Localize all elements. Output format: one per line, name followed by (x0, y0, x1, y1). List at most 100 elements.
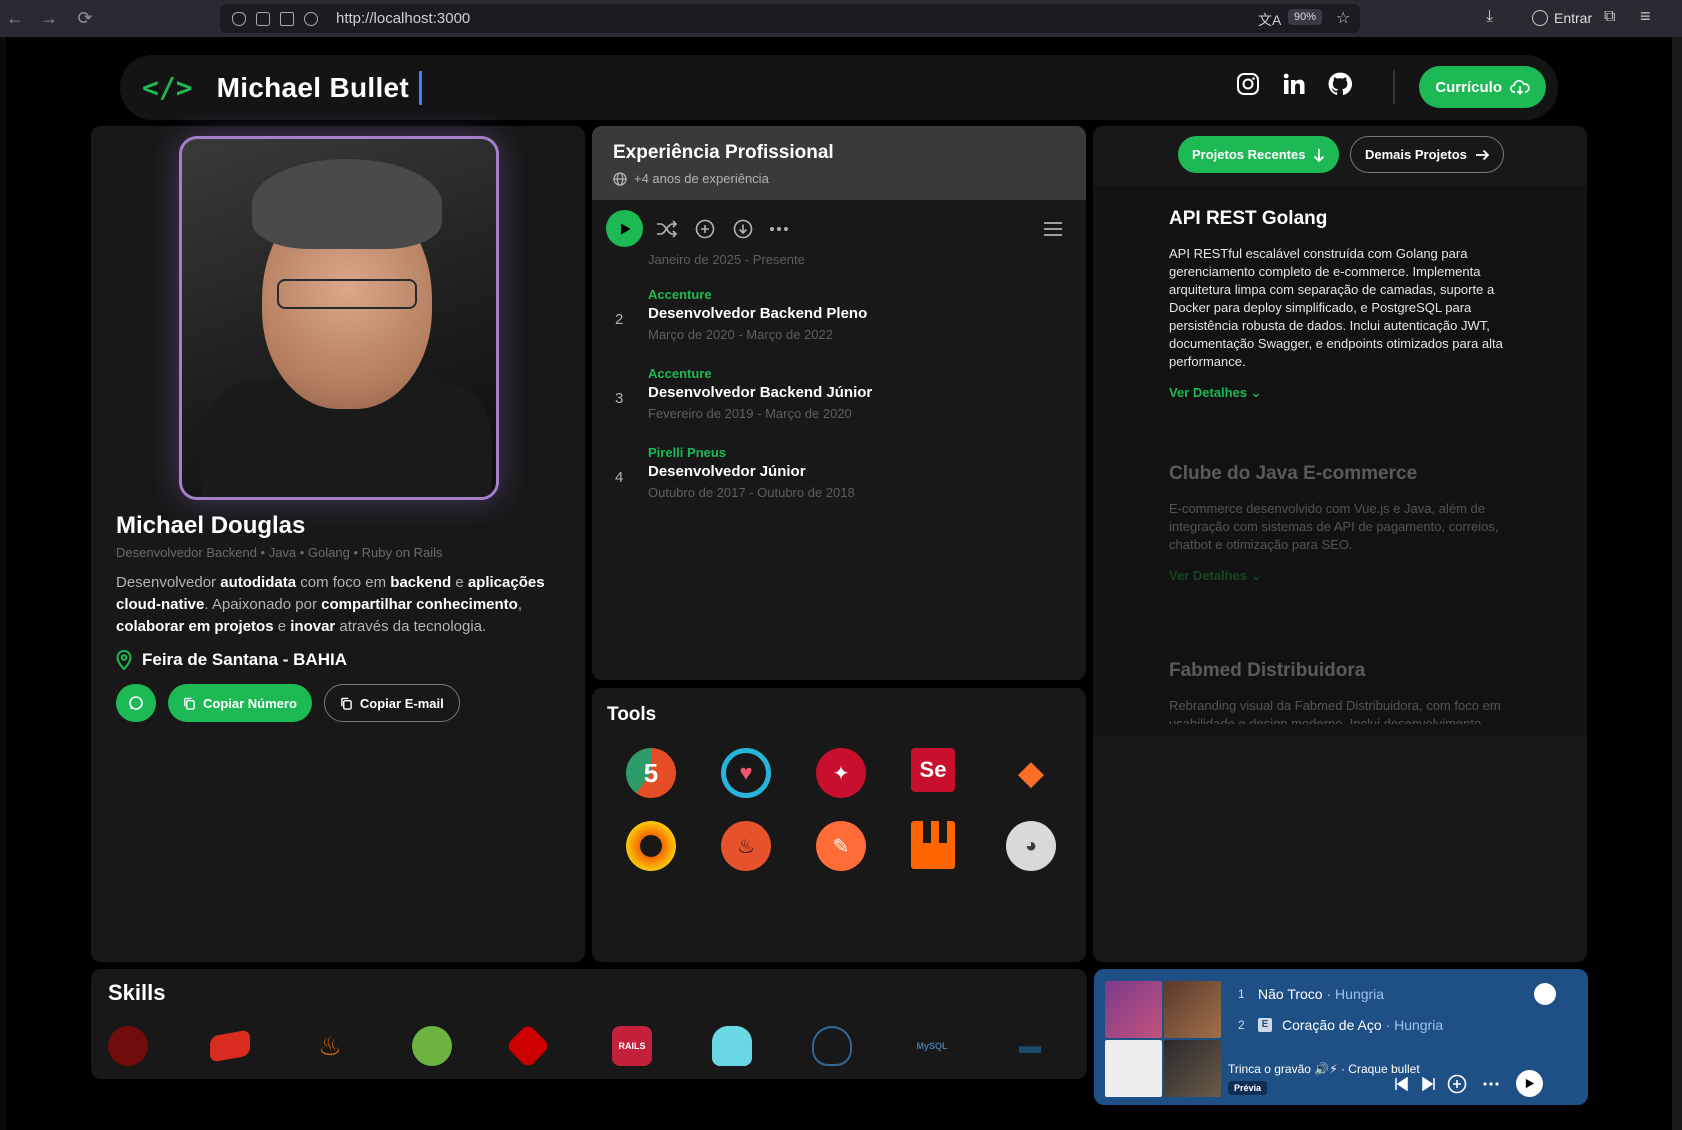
code-logo-icon[interactable]: </> (142, 71, 193, 104)
job-company: Accenture (648, 287, 712, 302)
profile-tags: Desenvolvedor Backend • Java • Golang • … (116, 545, 443, 560)
skills-card: Skills ♨ RAILS MySQL ▬ (91, 969, 1087, 1079)
track-title: Coração de Aço (1282, 1017, 1382, 1033)
kiwi-icon[interactable]: ♥ (721, 748, 771, 798)
copy-number-button[interactable]: Copiar Número (168, 684, 312, 722)
translate-icon[interactable]: 文A (1258, 10, 1281, 30)
rabbitmq-icon[interactable] (911, 821, 955, 869)
reload-icon[interactable]: ⟳ (74, 7, 96, 29)
project-details-link[interactable]: Ver Detalhes ⌄ (1169, 568, 1519, 584)
back-icon[interactable]: ← (4, 7, 26, 29)
track-row[interactable]: 2 E Coração de Aço · Hungria (1238, 1017, 1443, 1033)
whatsapp-icon (129, 696, 143, 710)
url-text[interactable]: http://localhost:3000 (336, 10, 470, 27)
resume-button[interactable]: Currículo (1419, 66, 1546, 108)
copy-number-label: Copiar Número (203, 695, 297, 711)
profile-name: Michael Douglas (116, 512, 306, 539)
page-icon[interactable] (256, 11, 270, 26)
permissions-icon[interactable] (280, 11, 294, 26)
zoom-level[interactable]: 90% (1288, 9, 1323, 25)
spotify-widget: 1 Não Troco · Hungria 2 E Coração de Aço… (1094, 969, 1588, 1105)
project-details-link[interactable]: Ver Detalhes ⌄ (1169, 385, 1519, 401)
track-number: 2 (1238, 1018, 1245, 1032)
globe-icon (613, 171, 627, 186)
site-header: </> Michael Bullet Currículo (120, 55, 1558, 120)
spotify-logo-icon[interactable] (1534, 983, 1556, 1005)
copy-email-button[interactable]: Copiar E-mail (323, 684, 460, 722)
redis-icon[interactable] (210, 1029, 250, 1063)
java-icon[interactable]: ♨ (310, 1026, 350, 1066)
docker-icon[interactable]: ▬ (1010, 1026, 1050, 1066)
list-menu-icon[interactable] (1042, 218, 1064, 240)
extensions-icon[interactable]: ⧉ (1604, 8, 1615, 26)
go-gopher-icon[interactable] (712, 1026, 752, 1066)
skills-title: Skills (108, 980, 166, 1005)
download-circle-icon[interactable] (732, 218, 754, 240)
redhat-icon[interactable] (108, 1026, 148, 1066)
play-button[interactable] (606, 210, 643, 247)
project-item: Clube do Java E-commerce E-commerce dese… (1169, 463, 1519, 584)
shuffle-icon[interactable] (656, 218, 678, 240)
signin-button[interactable]: Entrar (1524, 6, 1600, 30)
photo-hair (252, 159, 442, 249)
postgresql-icon[interactable] (812, 1026, 852, 1066)
job-dates: Fevereiro de 2019 - Março de 2020 (648, 406, 852, 421)
project-item: API REST Golang API RESTful escalável co… (1169, 208, 1519, 401)
address-bar[interactable]: http://localhost:3000 文A ☆ (220, 4, 1360, 33)
chevron-down-icon: ⌄ (1250, 385, 1262, 400)
github-icon[interactable] (1327, 71, 1353, 97)
job-item[interactable]: 2 Accenture Desenvolvedor Backend Pleno … (592, 287, 1086, 357)
job-role: Desenvolvedor Júnior (648, 463, 806, 480)
html5-icon[interactable]: 5 (626, 748, 676, 798)
bookmark-star-icon[interactable]: ☆ (1336, 8, 1350, 28)
recent-projects-button[interactable]: Projetos Recentes (1178, 136, 1340, 173)
linkedin-icon[interactable] (1281, 71, 1307, 97)
album-cover (1105, 1040, 1162, 1097)
postman-icon[interactable]: ✎ (816, 821, 866, 871)
gitlab-icon[interactable]: ◆ (1006, 748, 1056, 798)
experience-title: Experiência Profissional (613, 142, 834, 163)
other-projects-button[interactable]: Demais Projetos (1350, 136, 1504, 173)
hermes-icon[interactable]: ◕ (1006, 821, 1056, 871)
spotify-play-button[interactable] (1516, 1070, 1543, 1097)
previous-track-icon[interactable] (1390, 1073, 1412, 1095)
spring-icon[interactable] (412, 1026, 452, 1066)
ruby-icon[interactable] (505, 1023, 551, 1069)
job-item[interactable]: 4 Pirelli Pneus Desenvolvedor Júnior Out… (592, 445, 1086, 515)
recent-projects-label: Projetos Recentes (1192, 147, 1306, 162)
location-text: Feira de Santana - BAHIA (142, 650, 347, 669)
whatsapp-button[interactable] (116, 684, 156, 722)
project-title: Clube do Java E-commerce (1169, 463, 1418, 484)
next-track-icon[interactable] (1418, 1073, 1440, 1095)
job-item[interactable]: 3 Accenture Desenvolvedor Backend Júnior… (592, 366, 1086, 436)
copy-icon (341, 697, 352, 710)
downloads-icon[interactable]: ⤓ (1486, 8, 1493, 26)
track-artist: Hungria (1335, 986, 1385, 1002)
projects-list: API REST Golang API RESTful escalável co… (1093, 186, 1587, 736)
brand-name[interactable]: Michael Bullet (217, 72, 409, 104)
track-row[interactable]: 1 Não Troco · Hungria (1238, 986, 1384, 1002)
typing-cursor (419, 70, 423, 105)
forward-icon[interactable]: → (38, 7, 60, 29)
project-title: API REST Golang (1169, 208, 1328, 229)
add-circle-icon[interactable] (694, 218, 716, 240)
chevron-down-icon: ⌄ (1250, 568, 1262, 583)
more-options-icon[interactable] (768, 218, 790, 240)
rails-icon[interactable]: RAILS (612, 1026, 652, 1066)
add-to-library-icon[interactable] (1446, 1073, 1468, 1095)
project-title: Fabmed Distribuidora (1169, 660, 1366, 681)
instagram-icon[interactable] (1235, 71, 1261, 97)
prometheus-icon[interactable]: ♨ (721, 821, 771, 871)
karate-icon[interactable]: ✦ (816, 748, 866, 798)
copy-icon (184, 697, 195, 710)
menu-icon[interactable]: ≡ (1640, 6, 1651, 27)
mysql-icon[interactable]: MySQL (912, 1026, 952, 1066)
current-job-dates: Janeiro de 2025 - Presente (648, 252, 805, 267)
selenium-icon[interactable]: Se (911, 748, 955, 792)
job-dates: Março de 2020 - Março de 2022 (648, 327, 833, 342)
more-options-icon[interactable] (1480, 1073, 1502, 1095)
shield-icon[interactable] (232, 11, 246, 26)
grafana-icon[interactable] (626, 821, 676, 871)
site-icon[interactable] (304, 11, 318, 26)
preview-badge: Prévia (1228, 1081, 1268, 1095)
